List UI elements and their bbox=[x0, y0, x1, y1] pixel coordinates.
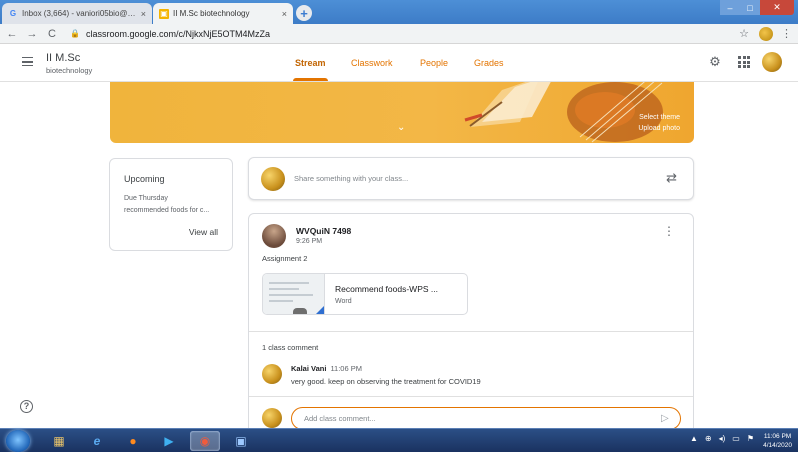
upload-photo-link[interactable]: Upload photo bbox=[638, 125, 680, 132]
browser-tab-strip: G Inbox (3,664) - vaniori05bio@gm × ▣ II… bbox=[0, 0, 798, 24]
chrome-icon[interactable]: ◉ bbox=[190, 431, 220, 451]
violin-illustration bbox=[567, 82, 663, 143]
help-icon[interactable]: ? bbox=[20, 400, 33, 413]
close-window-button[interactable]: ✕ bbox=[760, 0, 794, 15]
google-apps-icon[interactable] bbox=[738, 56, 750, 68]
browser-menu-icon[interactable]: ⋮ bbox=[781, 27, 792, 40]
flag-icon[interactable]: ⚑ bbox=[747, 434, 754, 443]
network-icon[interactable]: ⊕ bbox=[705, 434, 712, 443]
windows-taskbar: ▦ e ● ▶ ◉ ▣ ▲ ⊕ ◂) ▭ ⚑ 11:06 PM 4/14/202… bbox=[0, 428, 798, 452]
avatar bbox=[262, 224, 286, 248]
close-tab-icon[interactable]: × bbox=[282, 9, 287, 19]
upcoming-card: Upcoming Due Thursday recommended foods … bbox=[109, 158, 233, 251]
new-tab-button[interactable]: + bbox=[296, 5, 312, 21]
classroom-icon: ▣ bbox=[159, 8, 169, 19]
ie-icon[interactable]: e bbox=[82, 431, 112, 451]
upcoming-title: Upcoming bbox=[124, 174, 165, 184]
post-author: WVQuiN 7498 bbox=[296, 226, 352, 236]
tab-people[interactable]: People bbox=[420, 58, 448, 68]
tab-stream[interactable]: Stream bbox=[293, 58, 328, 81]
account-avatar[interactable] bbox=[762, 52, 782, 72]
minimize-button[interactable]: – bbox=[720, 0, 740, 15]
display-icon[interactable]: ▭ bbox=[732, 434, 740, 443]
post-options-icon[interactable]: ⋮ bbox=[663, 225, 675, 237]
view-all-button[interactable]: View all bbox=[189, 227, 218, 237]
book-illustration bbox=[464, 82, 551, 127]
divider bbox=[249, 331, 693, 332]
stream-post: WVQuiN 7498 9:26 PM ⋮ Assignment 2 Recom… bbox=[248, 213, 694, 443]
lock-icon[interactable]: 🔒 bbox=[70, 29, 80, 38]
tray-expand-icon[interactable]: ▲ bbox=[690, 434, 698, 443]
close-tab-icon[interactable]: × bbox=[141, 9, 146, 19]
start-button[interactable] bbox=[6, 430, 30, 452]
repost-icon[interactable]: ⇄ bbox=[666, 170, 677, 186]
class-settings-icon[interactable]: ⚙ bbox=[708, 55, 722, 69]
bookmark-star-icon[interactable]: ☆ bbox=[739, 27, 749, 40]
address-bar: ← → C 🔒 classroom.google.com/c/NjkxNjE5O… bbox=[0, 24, 798, 44]
add-class-comment-input[interactable] bbox=[291, 407, 681, 430]
chevron-down-icon[interactable]: ⌄ bbox=[397, 122, 405, 133]
system-tray: ▲ ⊕ ◂) ▭ ⚑ bbox=[690, 434, 754, 443]
upcoming-due-date: Due Thursday bbox=[124, 195, 168, 202]
explorer-icon[interactable]: ▦ bbox=[44, 431, 74, 451]
taskbar-clock[interactable]: 11:06 PM 4/14/2020 bbox=[763, 432, 792, 450]
window-controls: – □ ✕ bbox=[720, 0, 794, 15]
upcoming-assignment-link[interactable]: recommended foods for c... bbox=[124, 207, 209, 214]
tab-grades[interactable]: Grades bbox=[474, 58, 504, 68]
media-icon[interactable]: ▶ bbox=[154, 431, 184, 451]
clock-date: 4/14/2020 bbox=[763, 442, 792, 449]
share-placeholder[interactable]: Share something with your class... bbox=[294, 174, 408, 183]
tab-title: II M.Sc biotechnology bbox=[173, 9, 250, 18]
volume-icon[interactable]: ◂) bbox=[719, 434, 726, 443]
comment-author: Kalai Vani 11:06 PM bbox=[291, 364, 362, 373]
share-with-class-box[interactable]: Share something with your class... ⇄ bbox=[248, 157, 694, 200]
tab-title: Inbox (3,664) - vaniori05bio@gm bbox=[22, 9, 137, 18]
document-thumbnail bbox=[263, 274, 325, 314]
forward-button[interactable]: → bbox=[24, 28, 40, 40]
send-comment-icon[interactable]: ▷ bbox=[661, 413, 669, 424]
chrome-profile-avatar[interactable] bbox=[759, 26, 773, 41]
comment-author-name: Kalai Vani bbox=[291, 364, 327, 373]
avatar bbox=[262, 364, 282, 384]
post-time: 9:26 PM bbox=[296, 238, 323, 245]
classroom-header: II M.Sc biotechnology Stream Classwork P… bbox=[0, 45, 798, 82]
tab-gmail-inbox[interactable]: G Inbox (3,664) - vaniori05bio@gm × bbox=[2, 3, 152, 24]
url-field[interactable]: classroom.google.com/c/NjkxNjE5OTM4MzZa bbox=[86, 29, 739, 39]
attachment-type: Word bbox=[335, 298, 352, 305]
clock-time: 11:06 PM bbox=[763, 433, 792, 440]
class-banner: ⌄ Select theme Upload photo bbox=[110, 82, 694, 143]
document-type-corner bbox=[314, 306, 324, 314]
reload-button[interactable]: C bbox=[44, 28, 60, 40]
thumbnail-figure bbox=[293, 308, 307, 314]
comment-time: 11:06 PM bbox=[330, 364, 362, 373]
comment-text: very good. keep on observing the treatme… bbox=[291, 377, 481, 386]
tab-classroom[interactable]: ▣ II M.Sc biotechnology × bbox=[153, 3, 293, 24]
avatar bbox=[261, 167, 285, 191]
firefox-icon[interactable]: ● bbox=[118, 431, 148, 451]
post-text: Assignment 2 bbox=[262, 254, 308, 263]
maximize-button[interactable]: □ bbox=[740, 0, 760, 15]
attachment-card[interactable]: Recommend foods-WPS ... Word bbox=[262, 273, 468, 315]
paint-icon[interactable]: ▣ bbox=[226, 431, 256, 451]
select-theme-link[interactable]: Select theme bbox=[639, 114, 680, 121]
tab-classwork[interactable]: Classwork bbox=[351, 58, 393, 68]
class-tabs: Stream Classwork People Grades bbox=[0, 45, 798, 82]
divider bbox=[249, 396, 693, 397]
class-comment-count[interactable]: 1 class comment bbox=[262, 343, 318, 352]
banner-illustration bbox=[464, 82, 663, 143]
back-button[interactable]: ← bbox=[4, 28, 20, 40]
gmail-icon: G bbox=[9, 9, 17, 18]
attachment-title: Recommend foods-WPS ... bbox=[335, 284, 438, 294]
avatar bbox=[262, 408, 282, 428]
